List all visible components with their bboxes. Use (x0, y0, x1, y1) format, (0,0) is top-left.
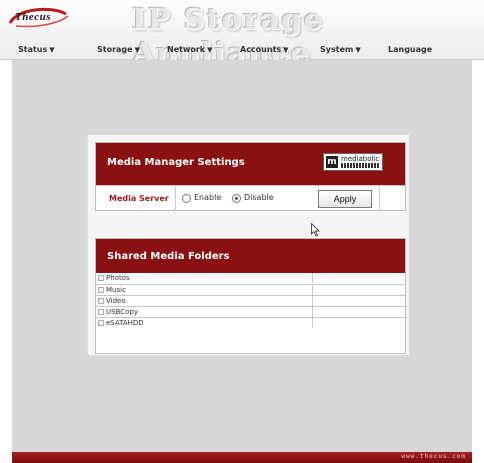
folder-name: Video (106, 297, 126, 305)
media-server-row: Media Server Enable Disable Apply (96, 185, 405, 211)
chevron-down-icon: ▼ (207, 46, 213, 54)
list-item: Music (96, 284, 405, 295)
footer-url: www.thecus.com (401, 453, 466, 460)
enable-label: Enable (194, 193, 222, 202)
photos-checkbox[interactable] (98, 275, 104, 281)
thecus-logo: Thecus (6, 7, 72, 29)
shared-folders-title: Shared Media Folders (107, 251, 230, 262)
nav-storage-label: Storage (97, 45, 133, 54)
mediabolic-tagline (341, 163, 379, 168)
nav-system-label: System (320, 45, 354, 54)
disable-label: Disable (244, 193, 274, 202)
nav-language[interactable]: Language (388, 45, 432, 54)
nav-accounts[interactable]: Accounts ▼ (240, 45, 289, 54)
nav-language-label: Language (388, 45, 433, 54)
media-server-label: Media Server (109, 194, 169, 203)
apply-button[interactable]: Apply (318, 190, 372, 208)
nav-system[interactable]: System ▼ (320, 45, 361, 54)
video-checkbox[interactable] (98, 298, 104, 304)
nav-status[interactable]: Status ▼ (18, 45, 55, 54)
nav-storage[interactable]: Storage ▼ (97, 45, 140, 54)
shared-folders-header: Shared Media Folders (96, 239, 405, 273)
mediabolic-m-icon: m (326, 156, 338, 168)
esatahdd-checkbox[interactable] (98, 320, 104, 326)
media-server-label-cell: Media Server (96, 186, 176, 211)
footer-bar: www.thecus.com (12, 452, 472, 463)
list-item: Video (96, 295, 405, 306)
main-nav: Status ▼ Storage ▼ Network ▼ Accounts ▼ Syst… (0, 39, 484, 59)
disable-radio[interactable] (232, 194, 241, 203)
folder-name: USBCopy (106, 308, 139, 316)
nav-status-label: Status (18, 45, 48, 54)
list-item: Photos (96, 273, 405, 284)
mediabolic-name: mediabolic (341, 155, 380, 163)
logo-text: Thecus (15, 11, 51, 23)
nav-network-label: Network (167, 45, 206, 54)
folder-cell: Music (96, 285, 313, 295)
list-item: USBCopy (96, 306, 405, 317)
folder-name: Photos (106, 274, 130, 282)
shared-media-folders-box: Shared Media Folders Photos Music Video (95, 238, 406, 354)
music-checkbox[interactable] (98, 287, 104, 293)
nav-accounts-label: Accounts (240, 45, 282, 54)
enable-radio[interactable] (182, 194, 191, 203)
mediabolic-logo: m mediabolic (323, 153, 383, 171)
folder-cell: eSATAHDD (96, 318, 313, 328)
chevron-down-icon: ▼ (49, 46, 55, 54)
list-item: eSATAHDD (96, 317, 405, 328)
chevron-down-icon: ▼ (355, 46, 361, 54)
usbcopy-checkbox[interactable] (98, 309, 104, 315)
nav-network[interactable]: Network ▼ (167, 45, 213, 54)
folder-cell: Photos (96, 273, 313, 283)
media-manager-header: Media Manager Settings m mediabolic (96, 143, 405, 185)
shared-folders-list: Photos Music Video USBCopy eSATAHDD (96, 273, 405, 328)
media-manager-title: Media Manager Settings (107, 157, 245, 168)
media-manager-settings-box: Media Manager Settings m mediabolic Medi… (95, 142, 406, 211)
chevron-down-icon: ▼ (134, 46, 140, 54)
folder-cell: USBCopy (96, 307, 313, 317)
media-manager-panel: Media Manager Settings m mediabolic Medi… (87, 134, 410, 356)
folder-name: eSATAHDD (106, 319, 144, 327)
chevron-down-icon: ▼ (283, 46, 289, 54)
mouse-pointer-icon (311, 223, 320, 237)
folder-cell: Video (96, 296, 313, 306)
folder-name: Music (106, 286, 126, 294)
